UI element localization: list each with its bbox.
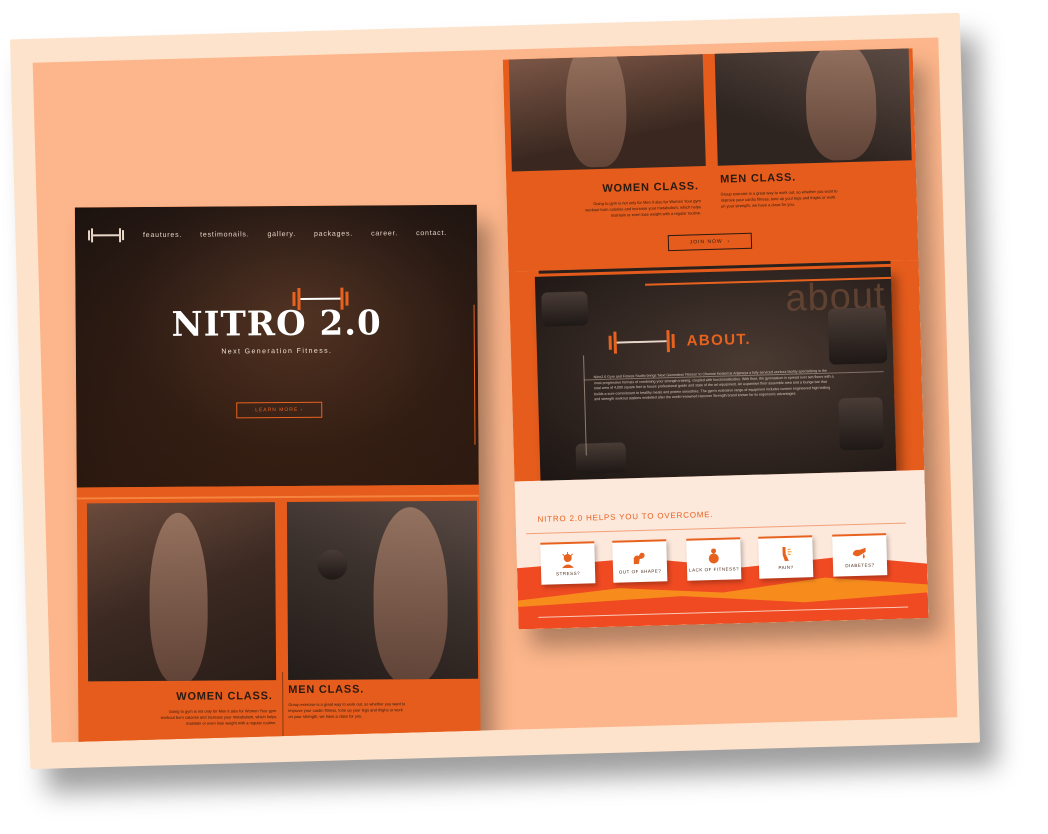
man-figure	[372, 506, 449, 681]
about-card: about ABOUT. Nitro2.0 Gym and Fitness St…	[534, 266, 897, 481]
about-vertical-line	[583, 355, 587, 456]
nav-link-gallery[interactable]: gallery.	[267, 230, 296, 237]
women-class-photo	[86, 502, 277, 682]
body-icon	[708, 548, 719, 564]
nav-link-features[interactable]: feautures.	[143, 231, 182, 238]
overcome-card-stress[interactable]: STRESS?	[540, 541, 596, 585]
card-label: STRESS?	[556, 570, 581, 577]
man-figure	[804, 48, 878, 162]
card-label: PAIN?	[778, 564, 794, 570]
mockup-board-inner: feautures. testimonails. gallery. packag…	[32, 37, 958, 743]
woman-figure	[564, 54, 628, 168]
men-class-text: Group exercise is a great way to work ou…	[288, 701, 406, 720]
learn-more-button[interactable]: LEARN MORE ›	[236, 401, 323, 419]
card-label: DIABETES?	[845, 562, 875, 569]
nav-link-career[interactable]: career.	[371, 230, 398, 237]
mockup-board: feautures. testimonails. gallery. packag…	[9, 12, 981, 770]
nav-link-testimonials[interactable]: testimonails.	[200, 231, 249, 238]
about-section: about ABOUT. Nitro2.0 Gym and Fitness St…	[508, 260, 925, 482]
chevron-right-icon: ›	[298, 406, 304, 413]
overcome-card-diabetes[interactable]: DIABETES?	[832, 533, 888, 577]
right-mockup: WOMEN CLASS. Going to gym is not only fo…	[502, 48, 929, 630]
overcome-section: NITRO 2.0 HELPS YOU TO OVERCOME. STRESS?	[514, 470, 929, 630]
chevron-right-icon: ›	[722, 238, 731, 245]
about-barbell-icon	[608, 330, 675, 354]
overcome-card-pain[interactable]: PAIN?	[758, 535, 814, 579]
women-class-text: Going to gym is not only for Men it also…	[160, 708, 277, 726]
about-text: Nitro2.0 Gym and Fitness Studio brings '…	[593, 368, 834, 402]
classes-section: WOMEN CLASS. Going to gym is not only fo…	[76, 484, 481, 743]
woman-figure	[148, 512, 209, 682]
men-class-text: Group exercise is a great way to work ou…	[720, 188, 838, 209]
chain-graphic	[575, 442, 627, 474]
women-class-title: WOMEN CLASS.	[602, 180, 699, 195]
men-class-photo	[714, 48, 912, 166]
dumbbell-graphic	[541, 291, 589, 327]
women-class-title: WOMEN CLASS.	[176, 690, 273, 703]
hero-section	[74, 204, 479, 488]
overcome-title: NITRO 2.0 HELPS YOU TO OVERCOME.	[537, 509, 714, 524]
flex-arm-icon	[633, 552, 645, 564]
stress-icon	[561, 551, 574, 568]
dumbbell-graphic	[838, 397, 884, 451]
nav-link-packages[interactable]: packages.	[314, 230, 353, 237]
overcome-card-out-of-shape[interactable]: OUT OF SHAPE?	[612, 539, 668, 583]
classes-divider	[282, 672, 284, 739]
learn-more-label: LEARN MORE	[255, 406, 299, 414]
dumbbell-graphic	[317, 549, 348, 580]
classes-section-repeat: WOMEN CLASS. Going to gym is not only fo…	[502, 48, 919, 272]
overcome-underline	[525, 522, 906, 535]
hero-title: NITRO 2.0	[171, 303, 382, 345]
men-class-title: MEN CLASS.	[720, 171, 797, 186]
women-class-text: Going to gym is not only for Men it also…	[585, 198, 702, 218]
top-nav: feautures. testimonails. gallery. packag…	[87, 225, 467, 244]
pain-icon	[782, 546, 792, 561]
blood-drop-icon	[852, 547, 866, 559]
about-title: ABOUT.	[686, 330, 752, 350]
nav-link-contact[interactable]: contact.	[416, 229, 447, 236]
barbell-logo-icon[interactable]	[87, 227, 125, 243]
join-now-label: JOIN NOW	[689, 238, 723, 246]
men-class-title: MEN CLASS.	[288, 683, 365, 697]
glove-graphic	[827, 307, 888, 365]
overcome-card-lack-of-fitness[interactable]: LACK OF FITNESS?	[686, 537, 742, 581]
card-label: LACK OF FITNESS?	[688, 566, 740, 573]
left-mockup: feautures. testimonails. gallery. packag…	[74, 204, 481, 743]
join-now-button[interactable]: JOIN NOW ›	[667, 232, 753, 252]
men-class-photo	[286, 500, 479, 681]
women-class-photo	[508, 54, 706, 172]
card-label: OUT OF SHAPE?	[618, 568, 662, 575]
